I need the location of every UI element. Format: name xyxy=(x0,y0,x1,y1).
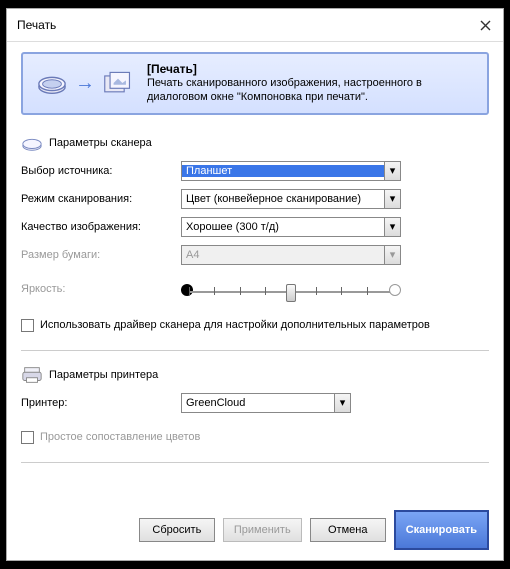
scan-mode-combo[interactable]: Цвет (конвейерное сканирование) ▾ xyxy=(181,189,401,209)
hero-title: [Печать] xyxy=(147,62,473,76)
quality-label: Качество изображения: xyxy=(21,221,181,233)
arrow-icon: → xyxy=(75,72,95,95)
quality-value: Хорошее (300 т/д) xyxy=(182,221,384,233)
brightness-slider[interactable] xyxy=(181,277,401,301)
use-driver-checkbox-row[interactable]: Использовать драйвер сканера для настрой… xyxy=(21,319,489,332)
chevron-down-icon: ▾ xyxy=(384,190,400,208)
brightness-label: Яркость: xyxy=(21,283,181,295)
window-title: Печать xyxy=(17,18,56,32)
quality-combo[interactable]: Хорошее (300 т/д) ▾ xyxy=(181,217,401,237)
divider xyxy=(21,462,489,463)
dialog-content: → [Печать] Печать сканированного изображ… xyxy=(7,42,503,560)
titlebar: Печать xyxy=(7,9,503,42)
scanner-section-label: Параметры сканера xyxy=(49,137,152,149)
scan-mode-value: Цвет (конвейерное сканирование) xyxy=(182,193,384,205)
chevron-down-icon: ▾ xyxy=(384,218,400,236)
source-label: Выбор источника: xyxy=(21,165,181,177)
scanner-small-icon xyxy=(21,133,43,153)
hero-banner: → [Печать] Печать сканированного изображ… xyxy=(21,52,489,115)
simple-match-checkbox-row: Простое сопоставление цветов xyxy=(21,431,489,444)
source-combo[interactable]: Планшет ▾ xyxy=(181,161,401,181)
hero-icons: → xyxy=(37,70,133,96)
use-driver-label: Использовать драйвер сканера для настрой… xyxy=(40,319,430,331)
printer-value: GreenCloud xyxy=(182,397,334,409)
cancel-button[interactable]: Отмена xyxy=(310,518,386,542)
printer-combo[interactable]: GreenCloud ▾ xyxy=(181,393,351,413)
printer-label: Принтер: xyxy=(21,397,181,409)
printer-icon xyxy=(21,365,43,385)
hero-desc: Печать сканированного изображения, настр… xyxy=(147,76,473,105)
print-dialog: Печать → [Печать] Печать сканированного … xyxy=(6,8,504,561)
divider xyxy=(21,350,489,351)
reset-button[interactable]: Сбросить xyxy=(139,518,215,542)
simple-match-label: Простое сопоставление цветов xyxy=(40,431,200,443)
printer-section-header: Параметры принтера xyxy=(21,365,489,385)
chevron-down-icon: ▾ xyxy=(384,162,400,180)
scanner-icon xyxy=(37,70,67,96)
paper-size-combo: A4 ▾ xyxy=(181,245,401,265)
source-value: Планшет xyxy=(182,165,384,177)
close-icon xyxy=(480,20,491,31)
simple-match-checkbox xyxy=(21,431,34,444)
apply-button: Применить xyxy=(223,518,302,542)
brightness-max-icon xyxy=(389,284,401,296)
scan-mode-label: Режим сканирования: xyxy=(21,193,181,205)
paper-size-label: Размер бумаги: xyxy=(21,249,181,261)
photos-icon xyxy=(103,70,133,96)
scanner-section-header: Параметры сканера xyxy=(21,133,489,153)
printer-section-label: Параметры принтера xyxy=(49,369,158,381)
hero-text: [Печать] Печать сканированного изображен… xyxy=(147,62,473,105)
close-button[interactable] xyxy=(477,17,493,33)
scan-button[interactable]: Сканировать xyxy=(394,510,489,550)
use-driver-checkbox[interactable] xyxy=(21,319,34,332)
paper-size-value: A4 xyxy=(182,249,384,261)
slider-thumb[interactable] xyxy=(286,284,296,302)
chevron-down-icon: ▾ xyxy=(334,394,350,412)
footer-buttons: Сбросить Применить Отмена Сканировать xyxy=(21,500,489,550)
chevron-down-icon: ▾ xyxy=(384,246,400,264)
